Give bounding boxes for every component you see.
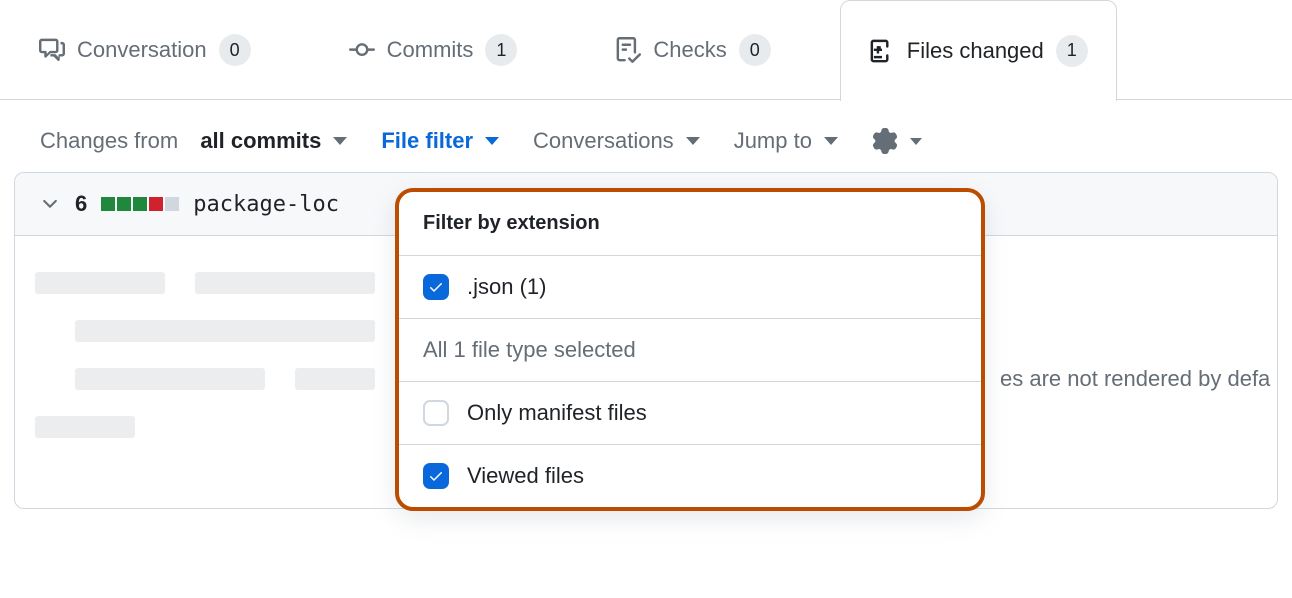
file-filter-dropdown: Filter by extension .json (1) All 1 file…: [395, 188, 985, 511]
filename[interactable]: package-loc: [193, 192, 339, 217]
diffstat-add-block: [133, 197, 147, 211]
conversations-label: Conversations: [533, 128, 674, 154]
jump-to-menu[interactable]: Jump to: [734, 128, 838, 154]
tab-checks[interactable]: Checks 0: [586, 11, 799, 88]
changes-from-prefix: Changes from: [40, 128, 178, 154]
checkbox-unchecked-icon[interactable]: [423, 400, 449, 426]
tab-counter: 0: [219, 34, 251, 66]
caret-down-icon: [333, 137, 347, 145]
tab-conversation[interactable]: Conversation 0: [10, 11, 280, 88]
pr-tabnav: Conversation 0 Commits 1 Checks 0 Files …: [0, 0, 1292, 100]
change-count: 6: [75, 191, 87, 217]
filter-only-manifest-option[interactable]: Only manifest files: [399, 382, 981, 445]
tab-counter: 0: [739, 34, 771, 66]
skeleton-block: [75, 368, 265, 390]
dropdown-header: Filter by extension: [399, 192, 981, 256]
tab-counter: 1: [485, 34, 517, 66]
caret-down-icon: [686, 137, 700, 145]
filter-viewed-files-option[interactable]: Viewed files: [399, 445, 981, 507]
file-filter-label: File filter: [381, 128, 473, 154]
diffstat-neutral-block: [165, 197, 179, 211]
diff-toolbar: Changes from all commits File filter Con…: [0, 100, 1292, 172]
gear-icon: [872, 128, 898, 154]
comment-discussion-icon: [39, 37, 65, 63]
tab-commits[interactable]: Commits 1: [320, 11, 547, 88]
option-label: .json (1): [467, 274, 546, 300]
diffstat: [101, 197, 179, 211]
option-label: Only manifest files: [467, 400, 647, 426]
skeleton-block: [295, 368, 375, 390]
diff-settings-menu[interactable]: [872, 128, 922, 154]
file-diff-icon: [869, 38, 895, 64]
tab-label: Checks: [653, 37, 726, 63]
skeleton-block: [35, 272, 165, 294]
tab-label: Commits: [387, 37, 474, 63]
caret-down-icon: [910, 138, 922, 145]
diffstat-del-block: [149, 197, 163, 211]
tab-files-changed[interactable]: Files changed 1: [840, 0, 1117, 101]
git-commit-icon: [349, 37, 375, 63]
skeleton-block: [75, 320, 375, 342]
changes-from-value: all commits: [200, 128, 321, 154]
skeleton-block: [195, 272, 375, 294]
chevron-down-icon[interactable]: [39, 193, 61, 215]
checklist-icon: [615, 37, 641, 63]
checkbox-checked-icon[interactable]: [423, 463, 449, 489]
selection-summary: All 1 file type selected: [399, 319, 981, 382]
tab-label: Files changed: [907, 38, 1044, 64]
conversations-menu[interactable]: Conversations: [533, 128, 700, 154]
option-label: Viewed files: [467, 463, 584, 489]
filter-extension-option[interactable]: .json (1): [399, 256, 981, 319]
tab-counter: 1: [1056, 35, 1088, 67]
checkbox-checked-icon[interactable]: [423, 274, 449, 300]
skeleton-block: [35, 416, 135, 438]
render-warning: es are not rendered by defa: [1000, 366, 1270, 392]
caret-down-icon: [485, 137, 499, 145]
changes-from-menu[interactable]: Changes from all commits: [40, 128, 347, 154]
diffstat-add-block: [117, 197, 131, 211]
diffstat-add-block: [101, 197, 115, 211]
tab-label: Conversation: [77, 37, 207, 63]
caret-down-icon: [824, 137, 838, 145]
file-filter-menu[interactable]: File filter: [381, 128, 499, 154]
jump-to-label: Jump to: [734, 128, 812, 154]
